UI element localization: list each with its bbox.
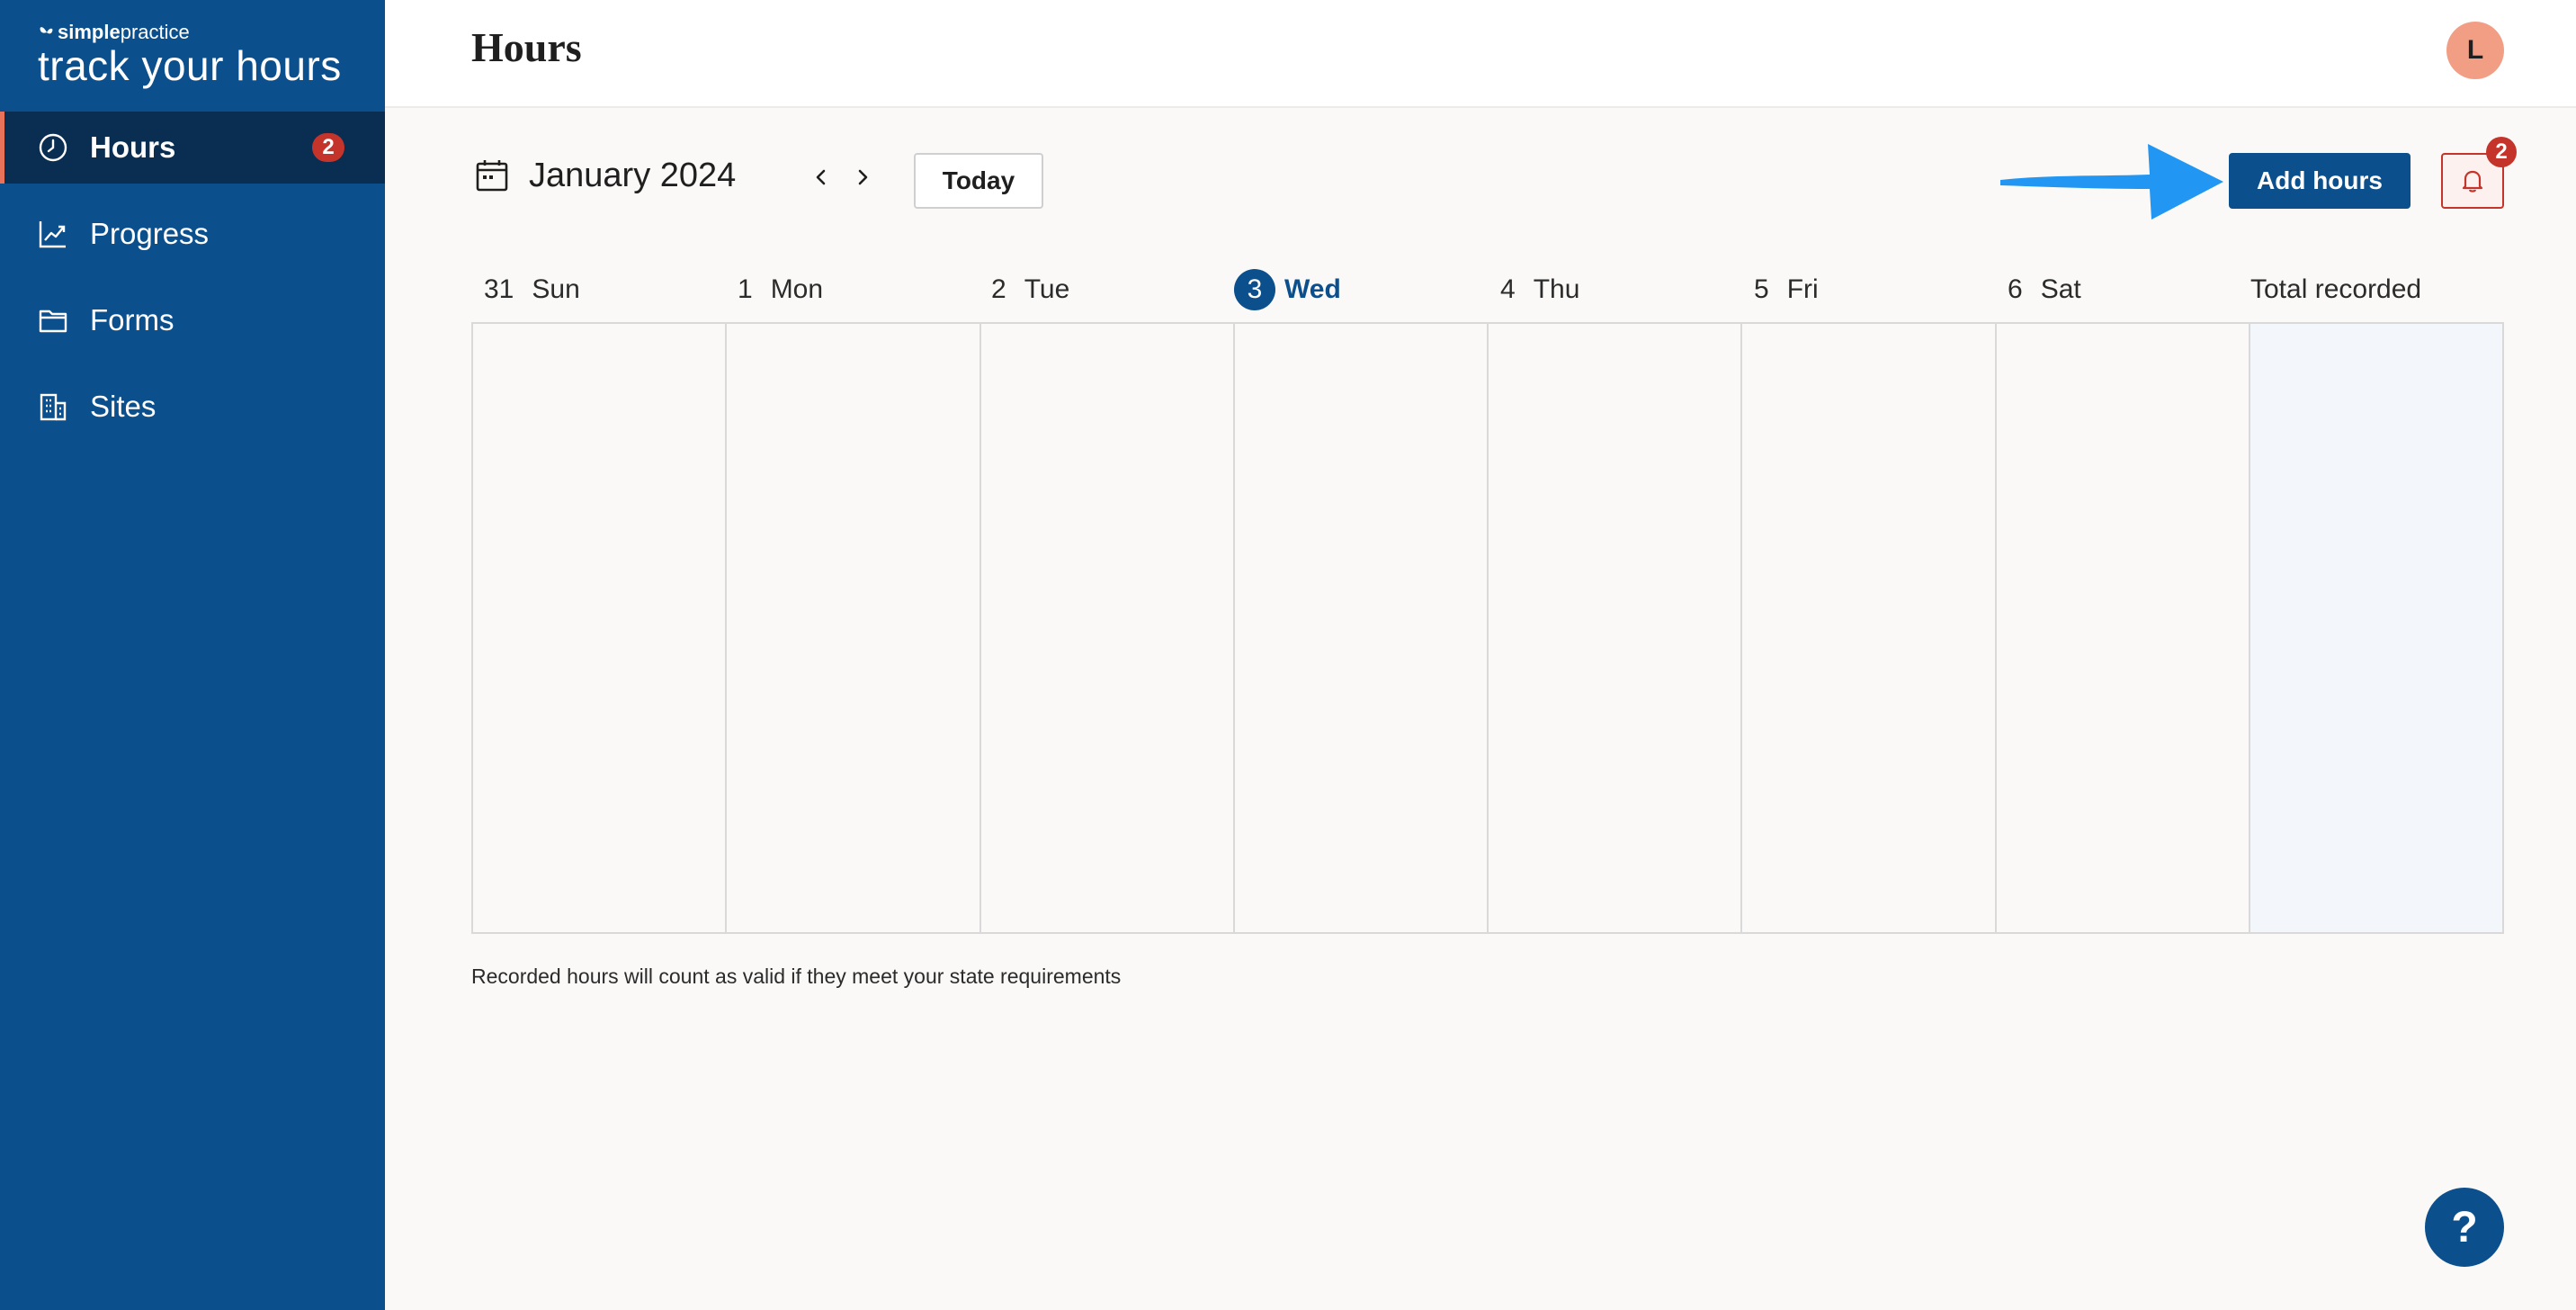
today-button[interactable]: Today xyxy=(914,153,1043,209)
sidebar: simple practice track your hours Hours 2 … xyxy=(0,0,385,1310)
building-icon xyxy=(38,391,68,422)
add-hours-button[interactable]: Add hours xyxy=(2229,153,2411,209)
day-number: 4 xyxy=(1500,274,1516,304)
day-header-fri: 5 Fri xyxy=(1741,270,1819,310)
sidebar-item-hours[interactable]: Hours 2 xyxy=(0,112,385,184)
sidebar-item-progress[interactable]: Progress xyxy=(0,198,385,270)
day-name: Thu xyxy=(1533,274,1580,304)
day-name: Mon xyxy=(770,274,824,304)
day-number: 2 xyxy=(991,274,1006,304)
help-button[interactable]: ? xyxy=(2425,1188,2504,1267)
sidebar-item-label: Sites xyxy=(90,390,157,423)
total-recorded-column xyxy=(2250,324,2502,932)
day-number: 5 xyxy=(1754,274,1769,304)
day-number: 31 xyxy=(484,274,514,304)
day-name: Sat xyxy=(2040,274,2081,304)
week-grid xyxy=(471,322,2504,934)
previous-week-button[interactable] xyxy=(806,162,836,193)
brand-name-bold: simple xyxy=(58,21,121,43)
day-column-fri[interactable] xyxy=(1742,324,1997,932)
sidebar-item-label: Hours xyxy=(90,130,176,164)
chart-line-icon xyxy=(38,219,68,249)
user-avatar[interactable]: L xyxy=(2446,22,2504,79)
validity-footnote: Recorded hours will count as valid if th… xyxy=(471,965,1122,988)
butterfly-icon xyxy=(40,27,53,34)
page-title: Hours xyxy=(471,24,582,70)
sidebar-nav: Hours 2 Progress Forms Sites xyxy=(0,112,385,457)
day-column-sat[interactable] xyxy=(1997,324,2250,932)
day-name: Tue xyxy=(1024,274,1070,304)
day-header-sat: 6 Sat xyxy=(1995,270,2081,310)
day-header-sun: 31 Sun xyxy=(471,270,580,310)
total-recorded-header: Total recorded xyxy=(2250,274,2422,304)
day-number: 6 xyxy=(2008,274,2023,304)
day-number: 1 xyxy=(738,274,753,304)
sidebar-item-sites[interactable]: Sites xyxy=(0,371,385,443)
bell-icon xyxy=(2462,170,2483,193)
current-month-label: January 2024 xyxy=(529,157,737,194)
day-header-wed-today: 3 Wed xyxy=(1234,269,1341,310)
next-week-button[interactable] xyxy=(847,162,878,193)
day-column-mon[interactable] xyxy=(727,324,981,932)
hours-count-badge: 2 xyxy=(312,133,344,162)
chevron-left-icon xyxy=(816,169,826,185)
top-header: Hours L xyxy=(385,0,2576,108)
day-header-mon: 1 Mon xyxy=(725,270,823,310)
brand-name-regular: practice xyxy=(120,21,190,43)
brand-logo[interactable]: simple practice track your hours xyxy=(38,20,342,88)
chevron-right-icon xyxy=(858,169,868,185)
sidebar-item-forms[interactable]: Forms xyxy=(0,284,385,356)
brand-title: track your hours xyxy=(38,42,342,89)
day-name: Wed xyxy=(1284,274,1341,304)
folder-icon xyxy=(38,305,68,336)
clock-icon xyxy=(38,132,68,163)
day-column-wed[interactable] xyxy=(1235,324,1489,932)
day-column-sun[interactable] xyxy=(473,324,728,932)
sidebar-item-label: Progress xyxy=(90,217,210,250)
day-header-tue: 2 Tue xyxy=(979,270,1069,310)
day-name: Fri xyxy=(1786,274,1819,304)
notification-count-badge: 2 xyxy=(2486,137,2517,167)
calendar-icon xyxy=(476,160,508,192)
day-column-tue[interactable] xyxy=(981,324,1235,932)
today-day-number: 3 xyxy=(1234,269,1275,310)
sidebar-item-label: Forms xyxy=(90,303,174,336)
day-name: Sun xyxy=(532,274,580,304)
day-column-thu[interactable] xyxy=(1489,324,1743,932)
pointer-arrow-annotation xyxy=(2000,144,2223,220)
day-header-thu: 4 Thu xyxy=(1488,270,1579,310)
